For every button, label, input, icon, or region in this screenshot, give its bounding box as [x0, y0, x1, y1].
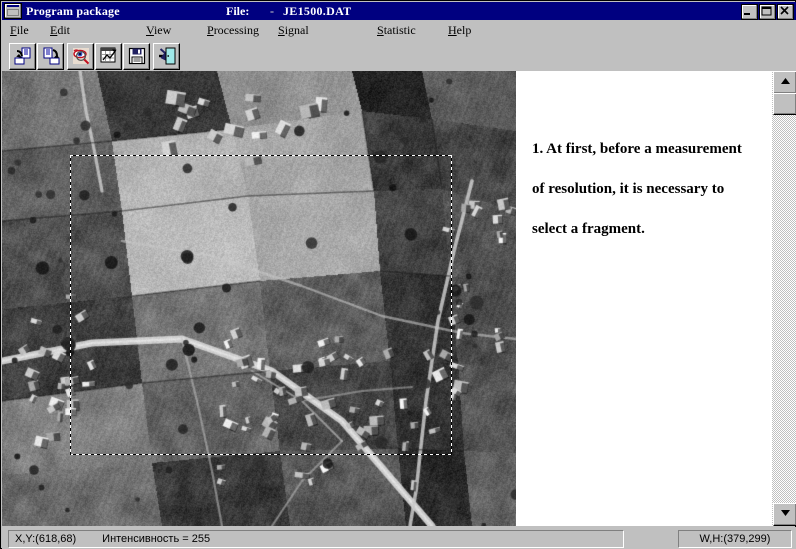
- menu-item-help[interactable]: Help: [448, 23, 471, 38]
- table-chart-icon: [100, 47, 116, 63]
- scroll-down-icon: [780, 510, 790, 516]
- window-icon[interactable]: [4, 3, 22, 19]
- image-panel[interactable]: [2, 71, 516, 526]
- exit-door-icon: [158, 47, 175, 65]
- status-intensity: Интенсивность = 255: [102, 533, 211, 545]
- instruction-line-2: of resolution, it is necessary to: [532, 181, 725, 197]
- save-button[interactable]: [123, 43, 150, 70]
- instruction-panel: 1. At first, before a measurement of res…: [516, 71, 772, 526]
- client-area: 1. At first, before a measurement of res…: [2, 71, 796, 526]
- vertical-scrollbar[interactable]: [772, 71, 796, 526]
- instruction-line-1: 1. At first, before a measurement: [532, 141, 742, 157]
- title-file-label: File:: [226, 4, 250, 18]
- menu-item-processing[interactable]: Processing: [207, 23, 259, 38]
- toolbar: [2, 40, 796, 71]
- minimize-icon: [744, 13, 750, 15]
- status-left-panel: X,Y:(618,68) Интенсивность = 255: [8, 530, 624, 548]
- menu-item-file[interactable]: File: [10, 23, 29, 38]
- menu-item-edit[interactable]: Edit: [50, 23, 70, 38]
- open-file-button[interactable]: [9, 43, 36, 70]
- save-document-icon: [43, 47, 59, 65]
- menu-item-statistic[interactable]: Statistic: [377, 23, 416, 38]
- status-coordinates: X,Y:(618,68): [15, 533, 77, 545]
- instruction-line-3: select a fragment.: [532, 221, 645, 237]
- exit-button[interactable]: [153, 43, 180, 70]
- floppy-disk-icon: [128, 47, 145, 65]
- status-dimensions-panel: W,H:(379,299): [678, 530, 792, 548]
- maximize-button[interactable]: [759, 4, 776, 20]
- scrollbar-thumb[interactable]: [773, 93, 796, 115]
- scroll-up-icon: [780, 78, 790, 84]
- window-title: Program package: [26, 3, 120, 18]
- scroll-up-button[interactable]: [773, 71, 796, 94]
- window-controls: [741, 4, 794, 20]
- title-file-dash: -: [270, 4, 274, 18]
- title-bar: Program package File: - JE1500.DAT: [2, 2, 796, 20]
- scroll-down-button[interactable]: [773, 503, 796, 526]
- magnifier-eye-icon: [72, 48, 89, 65]
- status-bar: X,Y:(618,68) Интенсивность = 255 W,H:(37…: [2, 527, 796, 549]
- title-file-name: JE1500.DAT: [283, 4, 352, 18]
- menu-bar: File Edit View Processing Signal Statist…: [2, 20, 796, 40]
- menu-item-signal[interactable]: Signal: [278, 23, 309, 38]
- close-icon: [780, 6, 789, 15]
- save-as-button[interactable]: [37, 43, 64, 70]
- open-document-icon: [14, 47, 30, 65]
- close-button[interactable]: [777, 4, 794, 20]
- chart-button[interactable]: [95, 43, 122, 70]
- menu-item-view[interactable]: View: [146, 23, 171, 38]
- status-dimensions: W,H:(379,299): [699, 533, 771, 545]
- minimize-button[interactable]: [741, 4, 758, 20]
- maximize-icon: [761, 6, 772, 16]
- view-image-button[interactable]: [67, 43, 94, 70]
- aerial-photograph[interactable]: [2, 71, 516, 526]
- application-window: Program package File: - JE1500.DAT File …: [0, 0, 796, 549]
